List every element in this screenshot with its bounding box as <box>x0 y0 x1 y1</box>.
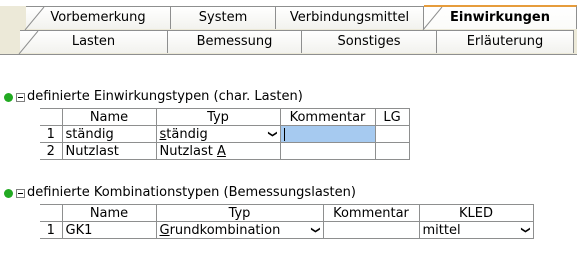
tab-label: Lasten <box>71 34 116 49</box>
corner-cell <box>40 108 63 126</box>
typ-text: Nutzlast <box>159 143 217 159</box>
row-index: 1 <box>40 125 63 143</box>
typ-text: tändig <box>166 126 208 142</box>
tab-lasten[interactable]: Lasten <box>18 30 168 54</box>
tab-slant-icon <box>422 7 443 30</box>
tab-label: Bemessung <box>196 34 273 49</box>
kled-value: mittel <box>422 222 461 238</box>
tab-system[interactable]: System <box>171 6 276 29</box>
chevron-down-icon[interactable]: ❯ <box>520 226 530 234</box>
typ-text: rundkombination <box>169 222 281 238</box>
table-header-row: Name Typ Kommentar LG <box>40 108 410 126</box>
tab-row-lower: Lasten Bemessung Sonstiges Erläuterung <box>0 30 577 55</box>
tab-label: Verbindungsmittel <box>289 10 410 25</box>
tab-label: Einwirkungen <box>449 10 550 25</box>
kommentar-input[interactable] <box>279 125 376 143</box>
corner-cell <box>40 204 63 222</box>
typ-mnemonic: A <box>216 143 226 159</box>
typ-select[interactable]: ständig ❯ <box>155 125 281 143</box>
column-header: Name <box>61 204 157 222</box>
kommentar-cell[interactable] <box>279 142 376 160</box>
kommentar-cell[interactable] <box>322 221 420 239</box>
tab-label: Erläuterung <box>466 34 544 49</box>
name-cell[interactable]: GK1 <box>61 221 157 239</box>
section-kombinationstypen-header: definierte Kombinationstypen (Bemessungs… <box>4 184 356 202</box>
lg-cell[interactable] <box>374 142 410 160</box>
row-index: 2 <box>40 142 63 160</box>
section-einwirkungstypen-header: definierte Einwirkungstypen (char. Laste… <box>4 88 303 106</box>
tab-label: Sonstiges <box>337 34 401 49</box>
typ-mnemonic: G <box>159 222 170 238</box>
section-title: definierte Einwirkungstypen (char. Laste… <box>27 89 303 104</box>
name-cell[interactable]: ständig <box>61 125 157 143</box>
column-header: KLED <box>418 204 534 222</box>
tab-label: Vorbemerkung <box>50 10 146 25</box>
tab-einwirkungen[interactable]: Einwirkungen <box>422 5 577 30</box>
typ-select[interactable]: Grundkombination ❯ <box>155 221 324 239</box>
text-caret <box>283 127 285 141</box>
column-header: Name <box>61 108 157 126</box>
typ-cell[interactable]: Nutzlast A <box>155 142 281 160</box>
kled-select[interactable]: mittel ❯ <box>418 221 534 239</box>
column-header: LG <box>374 108 410 126</box>
table-row: 1 ständig ständig ❯ <box>40 125 410 143</box>
table-row: 1 GK1 Grundkombination ❯ mittel ❯ <box>40 221 534 239</box>
tab-erlaeuterung[interactable]: Erläuterung <box>437 30 574 53</box>
tab-verbindungsmittel[interactable]: Verbindungsmittel <box>276 6 424 29</box>
kombinationstypen-table: Name Typ Kommentar KLED 1 GK1 Grundkombi… <box>40 204 534 239</box>
green-dot-icon <box>4 188 13 198</box>
tab-label: System <box>198 10 248 25</box>
tab-slant-icon <box>18 31 39 54</box>
table-header-row: Name Typ Kommentar KLED <box>40 204 534 222</box>
green-dot-icon <box>4 92 13 102</box>
lg-cell[interactable] <box>374 125 410 143</box>
collapse-minus-icon[interactable] <box>16 92 25 102</box>
section-title: definierte Kombinationstypen (Bemessungs… <box>27 185 356 200</box>
row-index: 1 <box>40 221 63 239</box>
column-header: Kommentar <box>279 108 376 126</box>
tab-vorbemerkung[interactable]: Vorbemerkung <box>24 6 171 30</box>
einwirkungstypen-table: Name Typ Kommentar LG 1 ständig ständig ❯… <box>40 108 410 160</box>
content-panel: definierte Einwirkungstypen (char. Laste… <box>0 55 577 275</box>
tab-slant-icon <box>24 7 45 30</box>
tab-row-upper: Vorbemerkung System Verbindungsmittel Ei… <box>0 5 577 30</box>
collapse-minus-icon[interactable] <box>16 188 25 198</box>
chevron-down-icon[interactable]: ❯ <box>310 226 320 234</box>
column-header: Typ <box>155 204 324 222</box>
chevron-down-icon[interactable]: ❯ <box>267 130 277 138</box>
name-cell[interactable]: Nutzlast <box>61 142 157 160</box>
table-row: 2 Nutzlast Nutzlast A <box>40 142 410 160</box>
column-header: Kommentar <box>322 204 420 222</box>
tab-sonstiges[interactable]: Sonstiges <box>302 30 437 53</box>
tab-bemessung[interactable]: Bemessung <box>168 30 302 53</box>
column-header: Typ <box>155 108 281 126</box>
